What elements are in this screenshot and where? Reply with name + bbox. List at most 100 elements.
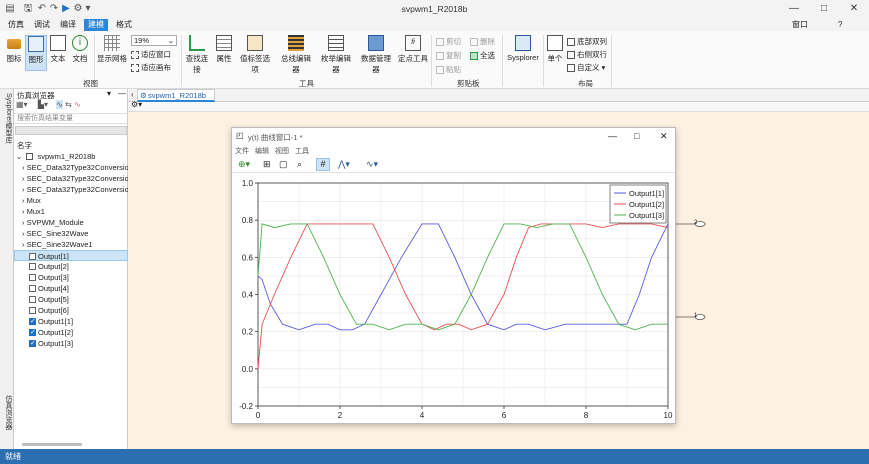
variable-row[interactable]: Output1[3]	[14, 338, 128, 349]
checkbox-checked[interactable]	[29, 327, 36, 338]
copy-button[interactable]: 复制	[436, 50, 461, 61]
menu-file[interactable]: 文件	[235, 146, 249, 156]
cursor-icon[interactable]: ⋀▾	[338, 159, 350, 170]
close-button[interactable]: ✕	[844, 2, 864, 16]
variable-row[interactable]: Output[6]	[14, 305, 128, 316]
search-input[interactable]: 搜索仿真结果变量	[14, 113, 128, 124]
plot-window[interactable]: ◰ y(t) 曲线窗口-1 * — □ ✕ 文件 编辑 视图 工具 ⊕▾ ⊞ ▢…	[231, 127, 676, 424]
settings-icon[interactable]: ⚙▾	[131, 100, 142, 109]
tree-item[interactable]: › SEC_Data32Type32Conversion	[14, 184, 128, 195]
maximize-button[interactable]: □	[634, 131, 639, 141]
checkbox[interactable]	[29, 285, 36, 292]
select-all-label: 全选	[480, 51, 495, 60]
checkbox[interactable]	[29, 253, 36, 260]
sim-browser-tab[interactable]: 仿真浏览器	[3, 395, 13, 430]
help-icon[interactable]: ?	[834, 19, 846, 31]
doc-view-button[interactable]: i 文档	[70, 35, 90, 64]
fit-window-button[interactable]: 适应窗口	[131, 49, 171, 60]
add-curve-icon[interactable]: ⊕▾	[238, 159, 250, 170]
line-chart[interactable]: 0 2 4 6 8 10 -0.2 0.0 0.2 0.4 0.6 0.8 1.0 Output1[1]…	[232, 174, 675, 423]
horizontal-scrollbar[interactable]	[22, 443, 82, 446]
curve-alt-icon[interactable]: ∿	[74, 100, 81, 109]
minimize-button[interactable]: —	[608, 131, 617, 141]
zoom-select[interactable]: 19% ⌄	[131, 35, 177, 46]
output-port-1[interactable]: 1	[676, 313, 706, 321]
checkbox[interactable]	[29, 307, 36, 314]
window-menu[interactable]: 窗口	[788, 19, 812, 31]
pin-icon[interactable]: ▾	[107, 89, 111, 98]
plot-icon[interactable]: ▙▾	[38, 100, 48, 109]
variable-row[interactable]: Output[3]	[14, 272, 128, 283]
variable-row[interactable]: Output1[2]	[14, 327, 128, 338]
checkbox[interactable]	[29, 296, 36, 303]
menu-edit[interactable]: 编辑	[255, 146, 269, 156]
tab-model[interactable]: ⚙ svpwm1_R2018b	[137, 89, 215, 102]
variable-row[interactable]: Output[2]	[14, 261, 128, 272]
diagram-view-button[interactable]: 图形	[25, 35, 47, 71]
table-icon[interactable]: ▦▾	[16, 100, 28, 109]
single-layout-button[interactable]: 单个	[546, 35, 564, 64]
tab-compile[interactable]: 编译	[56, 19, 80, 31]
show-grid-button[interactable]: 显示网格	[97, 35, 127, 64]
menu-view[interactable]: 视图	[275, 146, 289, 156]
grid-toggle-icon[interactable]: #	[316, 158, 330, 171]
delete-button[interactable]: 删除	[470, 36, 495, 47]
cut-button[interactable]: 剪切	[436, 36, 461, 47]
tree-item[interactable]: › SVPWM_Module	[14, 217, 128, 228]
curve-icon[interactable]: ∿	[56, 100, 63, 109]
sysplorer-button[interactable]: Sysplorer	[505, 35, 541, 62]
properties-icon	[216, 35, 232, 51]
checkbox-checked[interactable]	[29, 316, 36, 327]
minimize-panel-icon[interactable]: —	[118, 89, 126, 98]
tree-item[interactable]: › SEC_Sine32Wave	[14, 228, 128, 239]
plot-window-titlebar[interactable]: ◰ y(t) 曲线窗口-1 * — □ ✕	[232, 128, 675, 145]
tab-format[interactable]: 格式	[112, 19, 136, 31]
zoom-icon[interactable]: ⌕	[297, 159, 302, 170]
model-library-tab[interactable]: Sysplorer模型库	[3, 93, 13, 144]
checkbox[interactable]	[29, 274, 36, 281]
tree-item[interactable]: › Mux	[14, 195, 128, 206]
tree-item[interactable]: › SEC_Data32Type32Conversion	[14, 173, 128, 184]
status-bar: 就绪	[0, 449, 869, 464]
icon-view-button[interactable]: 图标	[3, 35, 25, 64]
right-two-rows-button[interactable]: 右侧双行	[567, 49, 607, 60]
minimize-button[interactable]: —	[784, 2, 804, 16]
variable-row[interactable]: Output[1]	[14, 250, 128, 261]
tab-simulate[interactable]: 仿真	[4, 19, 28, 31]
tree-item[interactable]: › SEC_Data32Type32Conversion	[14, 162, 128, 173]
output-port-2[interactable]: 2	[676, 220, 706, 228]
curve-add-icon[interactable]: ⇆	[65, 100, 72, 109]
tab-debug[interactable]: 调试	[30, 19, 54, 31]
tree-item-label: Mux	[26, 196, 41, 205]
bus-editor-button[interactable]: 总线编辑器	[278, 35, 314, 75]
variable-row[interactable]: Output1[1]	[14, 316, 128, 327]
checkbox[interactable]	[29, 263, 36, 270]
tree-item[interactable]: › Mux1	[14, 206, 128, 217]
variable-row[interactable]: Output[5]	[14, 294, 128, 305]
paste-button[interactable]: 粘贴	[436, 64, 461, 75]
tree-item[interactable]: › SEC_Sine32Wave1	[14, 239, 128, 250]
menu-tools[interactable]: 工具	[295, 146, 309, 156]
close-button[interactable]: ✕	[660, 131, 668, 142]
curve-style-icon[interactable]: ∿▾	[366, 159, 378, 170]
fit-canvas-button[interactable]: 适应画布	[131, 62, 171, 73]
text-view-button[interactable]: 文本	[48, 35, 68, 64]
variable-row[interactable]: Output[4]	[14, 283, 128, 294]
filter-bar[interactable]	[15, 126, 127, 135]
custom-layout-button[interactable]: 自定义 ▾	[567, 62, 605, 73]
layout-icon[interactable]: ⊞	[263, 159, 271, 170]
value-label-options-button[interactable]: 值标签选项	[237, 35, 273, 75]
data-manager-button[interactable]: 数据管理器	[358, 35, 394, 75]
select-all-button[interactable]: 全选	[470, 50, 495, 61]
enum-editor-button[interactable]: 枚举编辑器	[318, 35, 354, 75]
chevron-left-icon[interactable]: ‹	[131, 90, 134, 99]
tree-root[interactable]: ⌄ svpwm1_R2018b	[14, 151, 128, 162]
properties-button[interactable]: 属性	[214, 35, 234, 64]
checkbox-checked[interactable]	[29, 338, 36, 349]
maximize-button[interactable]: □	[814, 2, 834, 16]
tab-modeling[interactable]: 建模	[84, 19, 108, 31]
find-connection-button[interactable]: 查找连接	[183, 35, 211, 75]
fixed-point-tool-button[interactable]: fi 定点工具	[398, 35, 428, 64]
frame-icon[interactable]: ▢	[279, 159, 288, 170]
bottom-two-columns-button[interactable]: 底部双列	[567, 36, 607, 47]
